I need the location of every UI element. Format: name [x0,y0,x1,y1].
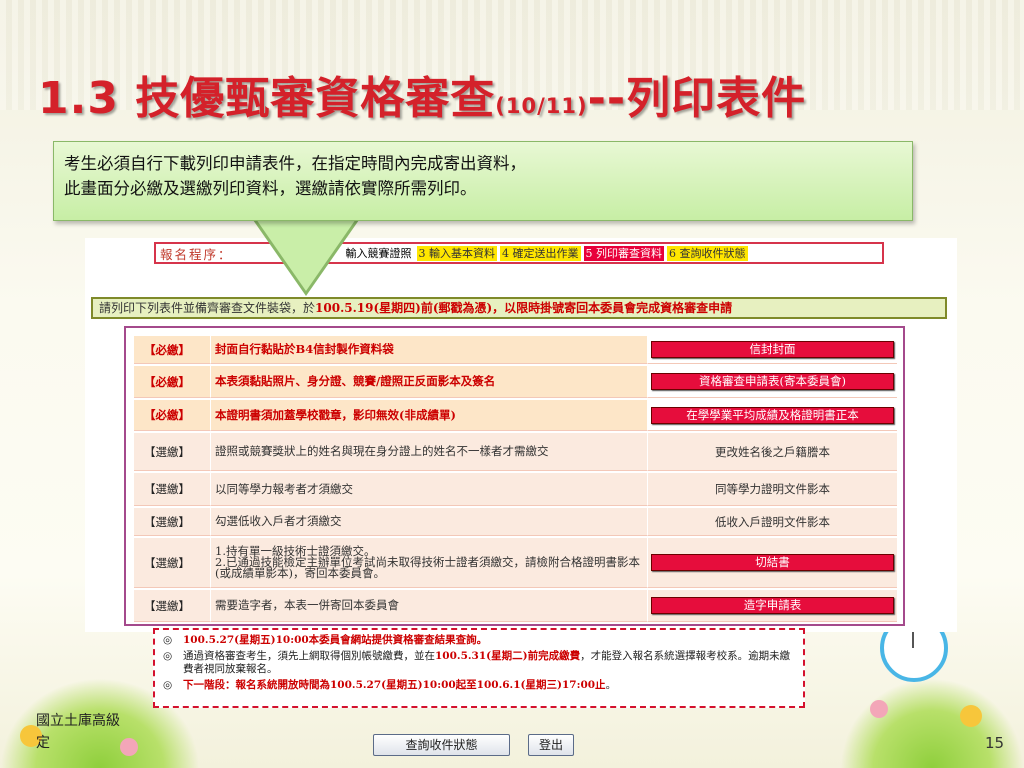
household-register-link[interactable]: 更改姓名後之戶籍謄本 [715,444,830,460]
notice-prefix: 請列印下列表件並備齊審查文件裝袋，於 [99,301,316,315]
title-date: (10/11) [495,94,588,118]
row-description: 需要造字者，本表一併寄回本委員會 [211,590,648,622]
bullseye-icon: ◎ [163,679,173,691]
announcement-line: ◎ 100.5.27(星期五)10:00本委員會網站提供資格審查結果查詢。 [163,634,795,647]
row-type: 【必繳】 [134,336,211,364]
row-description: 本表須黏貼照片、身分證、競賽/證照正反面影本及簽名 [211,366,648,398]
grade-certificate-button[interactable]: 在學學業平均成績及格證明書正本 [651,406,894,424]
equivalent-education-link[interactable]: 同等學力證明文件影本 [715,481,830,497]
bullseye-icon: ◎ [163,634,173,646]
table-row: 【選繳】 證照或競賽獎狀上的姓名與現在身分證上的姓名不一樣者才需繳交 更改姓名後… [134,433,897,471]
callout-pointer-fill [256,219,356,291]
announcement-text-wrap: 下一階段：報名系統開放時間為100.5.27(星期五)10:00起至100.6.… [183,679,616,692]
table-row: 【必繳】 本表須黏貼照片、身分證、競賽/證照正反面影本及簽名 資格審查申請表(寄… [134,366,897,398]
announcement-line: ◎ 下一階段：報名系統開放時間為100.5.27(星期五)10:00起至100.… [163,679,795,692]
row-type: 【選繳】 [134,590,211,622]
step-print-documents[interactable]: 5 列印審查資料 [583,245,665,261]
page-number: 15 [985,734,1005,752]
title-main: 1.3 技優甄審資格審查 [38,73,496,124]
announcement-line: ◎ 通過資格審查考生，須先上網取得個別帳號繳費，並在100.5.31(星期二)前… [163,650,795,676]
title-tail: --列印表件 [587,73,807,124]
envelope-cover-button[interactable]: 信封封面 [651,341,894,358]
flower-decoration [960,705,982,727]
step-query-status[interactable]: 6 查詢收件狀態 [667,245,748,261]
bullseye-icon: ◎ [163,650,173,662]
row-type: 【選繳】 [134,508,211,536]
slide-title: 1.3 技優甄審資格審查(10/11)--列印表件 [38,62,806,126]
row-type: 【選繳】 [134,473,211,506]
footer-line: 定 [36,735,50,751]
row-description: 以同等學力報考者才須繳交 [211,473,648,506]
table-row: 【選繳】 勾選低收入戶者才須繳交 低收入戶證明文件影本 [134,508,897,536]
flower-decoration [120,738,138,756]
row-description: 封面自行黏貼於B4信封製作資料袋 [211,336,648,364]
announcement-box: ◎ 100.5.27(星期五)10:00本委員會網站提供資格審查結果查詢。 ◎ … [153,628,805,708]
row-description: 證照或競賽獎狀上的姓名與現在身分證上的姓名不一樣者才需繳交 [211,433,648,471]
announcement-text: 。 [605,679,617,691]
announcement-text-wrap: 通過資格審查考生，須先上網取得個別帳號繳費，並在100.5.31(星期二)前完成… [183,650,795,676]
mailing-notice: 請列印下列表件並備齊審查文件裝袋，於100.5.19(星期四)前(郵戳為憑)，以… [91,297,947,319]
affidavit-button[interactable]: 切結書 [651,554,894,571]
row-description: 本證明書須加蓋學校戳章，影印無效(非成績單) [211,400,648,431]
row-type: 【必繳】 [134,400,211,431]
logout-button[interactable]: 登出 [528,734,574,756]
row-type: 【必繳】 [134,366,211,398]
low-income-certificate-link[interactable]: 低收入戶證明文件影本 [715,514,830,530]
announcement-text: 通過資格審查考生，須先上網取得個別帳號繳費，並在 [183,650,435,662]
steps-label: 報名程序： [160,246,233,262]
notice-deadline: 100.5.19(星期四)前(郵戳為憑)，以限時掛號寄回本委員會完成資格審查申請 [315,301,733,315]
callout-box: 考生必須自行下載列印申請表件，在指定時間內完成寄出資料， 此畫面分必繳及選繳列印… [53,141,913,221]
table-row: 【選繳】 1.持有單一級技術士證須繳交。 2.已通過技能檢定主辦單位考試尚未取得… [134,538,897,588]
qualification-application-button[interactable]: 資格審查申請表(寄本委員會) [651,373,894,390]
footer-line: 國立土庫高級 [36,713,120,729]
announcement-period: 100.5.27(星期五)10:00起至100.6.1(星期三)17:00止 [330,679,606,691]
table-row: 【必繳】 封面自行黏貼於B4信封製作資料袋 信封封面 [134,336,897,364]
documents-table: 【必繳】 封面自行黏貼於B4信封製作資料袋 信封封面 【必繳】 本表須黏貼照片、… [124,326,905,626]
grass-decoration [840,678,1024,768]
action-buttons: 查詢收件狀態 登出 [373,734,574,756]
row-type: 【選繳】 [134,538,211,588]
step-enter-basic-info[interactable]: 3 輸入基本資料 [416,245,498,261]
callout-line: 此畫面分必繳及選繳列印資料，選繳請依實際所需列印。 [64,179,477,198]
query-status-button[interactable]: 查詢收件狀態 [373,734,510,756]
table-row: 【選繳】 以同等學力報考者才須繳交 同等學力證明文件影本 [134,473,897,506]
slide-footer: 國立土庫高級 定 [36,710,120,754]
row-description: 1.持有單一級技術士證須繳交。 2.已通過技能檢定主辦單位考試尚未取得技術士證者… [211,538,648,588]
announcement-text: 下一階段：報名系統開放時間為 [183,679,330,691]
announcement-deadline: 100.5.31(星期二)前完成繳費 [435,650,581,662]
step-confirm-submit[interactable]: 4 確定送出作業 [500,245,581,261]
callout-line: 考生必須自行下載列印申請表件，在指定時間內完成寄出資料， [64,154,526,173]
announcement-text: 100.5.27(星期五)10:00本委員會網站提供資格審查結果查詢。 [183,634,488,646]
table-row: 【選繳】 需要造字者，本表一併寄回本委員會 造字申請表 [134,590,897,622]
character-request-button[interactable]: 造字申請表 [651,597,894,614]
row-type: 【選繳】 [134,433,211,471]
table-row: 【必繳】 本證明書須加蓋學校戳章，影印無效(非成績單) 在學學業平均成績及格證明… [134,400,897,431]
row-description: 勾選低收入戶者才須繳交 [211,508,648,536]
flower-decoration [870,700,888,718]
